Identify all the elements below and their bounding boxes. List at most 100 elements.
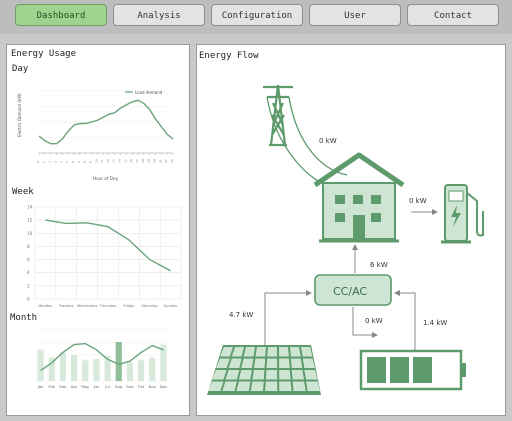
house-power-label: 6 kW <box>370 261 388 269</box>
week-x-tick-label: Monday <box>38 304 53 308</box>
energy-usage-panel: Energy Usage Day 0 1 2 3 4 5 6 7 8 9 10 11 12 13 14 15 1… <box>6 44 190 416</box>
day-x-tick-label: 13 <box>112 159 116 163</box>
ev-charger-icon <box>441 184 484 244</box>
solar-to-converter-arrow <box>264 290 312 345</box>
week-y-tick-label: 0 <box>27 297 30 302</box>
tab-configuration[interactable]: Configuration <box>211 4 303 26</box>
week-chart-gridlines <box>34 206 182 300</box>
day-x-tick-label: 22 <box>164 159 168 163</box>
month-bar <box>149 357 156 381</box>
converter-box: CC/AC <box>314 274 392 306</box>
week-x-tick-label: Thursday <box>99 304 118 308</box>
solar-cell <box>253 358 266 368</box>
day-x-tick-label: 9 <box>88 161 92 163</box>
month-x-tick-label: Oct <box>138 384 145 389</box>
week-series-line <box>45 219 171 272</box>
day-y-label: Electric Demand (kW) <box>17 93 22 137</box>
day-x-tick-label: 15 <box>123 159 127 163</box>
day-x-tick-label: 6 <box>71 161 75 163</box>
day-x-tick-label: 16 <box>129 159 133 163</box>
month-x-tick-label: Feb <box>48 384 55 389</box>
solar-cell <box>279 381 292 391</box>
solar-cell <box>265 381 278 391</box>
month-chart: Jan Feb Mar Apr May Jun Jul Aug Sep Oct Nov Dec <box>35 328 169 389</box>
week-x-tick-label: Saturday <box>142 304 159 308</box>
charger-power-label: 0 kW <box>409 197 427 205</box>
solar-cell <box>292 381 306 391</box>
week-y-tick-label: 14 <box>27 205 33 210</box>
energy-flow-panel: Energy Flow 0 kW 0 kW 6 kW CC/AC 4.7 kW … <box>196 44 506 416</box>
battery-in-label: 0 kW <box>365 317 383 325</box>
month-x-tick-label: Sep <box>126 384 134 389</box>
day-x-tick-label: 19 <box>147 159 151 163</box>
day-x-tick-label: 12 <box>106 159 110 163</box>
solar-cell <box>279 347 289 357</box>
month-x-tick-label: Jun <box>92 384 100 389</box>
solar-cell <box>279 370 291 380</box>
week-x-tick-label: Sunday <box>164 304 178 308</box>
pylon-icon <box>263 84 293 147</box>
week-x-tick-label: Wednesday <box>77 304 99 308</box>
week-y-tick-label: 2 <box>27 283 30 288</box>
month-bar <box>93 359 100 381</box>
day-x-ticks: 0 1 2 3 4 5 6 7 8 9 10 11 12 13 14 15 16 17 18 19 20 21 22 23 <box>36 153 174 163</box>
month-x-tick-label: Mar <box>59 384 67 389</box>
day-x-tick-label: 17 <box>135 159 139 163</box>
solar-cell <box>265 370 278 380</box>
energy-flow-diagram: 0 kW 0 kW 6 kW CC/AC 4.7 kW 0 kW 1.4 kW <box>207 84 484 395</box>
tab-dashboard[interactable]: Dashboard <box>15 4 107 26</box>
converter-label: CC/AC <box>333 285 367 298</box>
day-x-tick-label: 3 <box>53 161 57 163</box>
solar-cell <box>250 381 264 391</box>
month-x-tick-label: May <box>81 384 90 389</box>
day-x-tick-label: 2 <box>48 161 52 163</box>
solar-cell <box>252 370 265 380</box>
solar-cell <box>236 381 251 391</box>
day-x-tick-label: 5 <box>65 161 69 163</box>
solar-cell <box>255 347 266 357</box>
week-chart: 14 12 10 8 6 4 2 0 Monday Tuesday Wednesday Thursd… <box>27 205 182 308</box>
week-y-tick-label: 6 <box>27 257 30 262</box>
week-y-ticks: 14 12 10 8 6 4 2 0 <box>27 205 33 302</box>
solar-cell <box>266 358 278 368</box>
month-series-line <box>40 342 164 372</box>
energy-usage-title: Energy Usage <box>11 49 77 59</box>
month-bar <box>115 342 122 381</box>
month-bar <box>82 360 89 381</box>
month-bar <box>37 349 44 381</box>
month-label: Month <box>10 313 38 323</box>
week-x-tick-label: Tuesday <box>58 304 74 308</box>
month-bar <box>138 360 145 381</box>
month-x-tick-label: Dec <box>160 384 167 389</box>
tab-contact[interactable]: Contact <box>407 4 499 26</box>
tab-user[interactable]: User <box>309 4 401 26</box>
month-x-tick-label: Jul <box>104 384 110 389</box>
battery-icon <box>359 349 466 391</box>
battery-to-converter-arrow <box>394 290 416 351</box>
month-x-tick-label: Jan <box>37 384 44 389</box>
month-x-ticks: Jan Feb Mar Apr May Jun Jul Aug Sep Oct Nov Dec <box>37 384 167 389</box>
week-y-tick-label: 10 <box>27 231 33 236</box>
day-x-tick-label: 14 <box>118 159 122 163</box>
day-legend-label: Load demand <box>135 90 163 95</box>
month-bar <box>126 362 133 381</box>
month-bar <box>59 352 66 381</box>
day-chart: 0 1 2 3 4 5 6 7 8 9 10 11 12 13 14 15 16 17 18 19 20 21 22 23 L… <box>17 90 174 181</box>
battery-out-label: 1.4 kW <box>423 319 447 327</box>
grid-power-label: 0 kW <box>319 137 337 145</box>
week-x-ticks: Monday Tuesday Wednesday Thursday Friday Satu… <box>38 304 178 308</box>
day-x-tick-label: 0 <box>36 161 40 163</box>
week-y-tick-label: 4 <box>27 270 30 275</box>
month-x-tick-label: Apr <box>71 384 78 389</box>
tab-analysis[interactable]: Analysis <box>113 4 205 26</box>
day-x-tick-label: 7 <box>77 161 81 163</box>
month-x-tick-label: Aug <box>115 384 123 389</box>
solar-cell <box>290 347 301 357</box>
month-bar <box>71 355 78 381</box>
day-x-tick-label: 4 <box>59 161 63 163</box>
solar-cell <box>290 358 303 368</box>
solar-cell <box>267 347 278 357</box>
day-x-tick-label: 23 <box>170 159 174 163</box>
day-x-tick-label: 18 <box>141 159 145 163</box>
month-x-tick-label: Nov <box>149 384 157 389</box>
